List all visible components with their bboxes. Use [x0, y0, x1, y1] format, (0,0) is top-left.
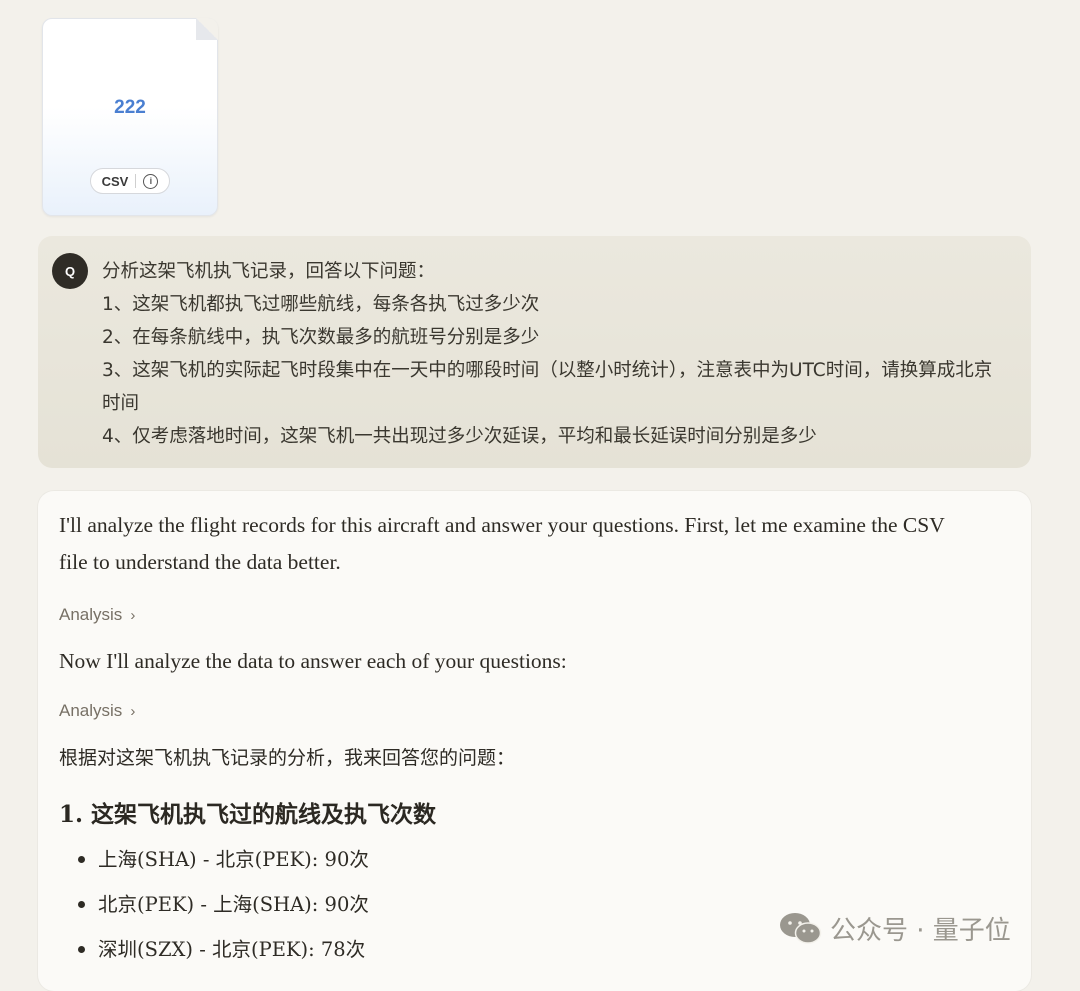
- route-item: 上海(SHA) - 北京(PEK): 90次: [59, 837, 959, 882]
- badge-divider: [135, 174, 137, 188]
- answer-intro: I'll analyze the flight records for this…: [59, 513, 945, 574]
- chevron-right-icon: ›: [130, 606, 136, 624]
- analysis-toggle[interactable]: Analysis ›: [59, 601, 959, 629]
- file-attachment-card[interactable]: 222 CSV i: [42, 18, 218, 216]
- analysis-label: Analysis: [59, 605, 123, 624]
- wechat-icon: [780, 913, 822, 944]
- file-type-label: CSV: [101, 173, 129, 189]
- question-line: 4、仅考虑落地时间，这架飞机一共出现过多少次延误，平均和最长延误时间分别是多少: [102, 426, 817, 447]
- question-line: 3、这架飞机的实际起飞时段集中在一天中的哪段时间（以整小时统计），注意表中为UT…: [102, 360, 993, 414]
- route-list: 上海(SHA) - 北京(PEK): 90次 北京(PEK) - 上海(SHA)…: [59, 837, 959, 972]
- file-name: 222: [114, 97, 146, 118]
- analysis-label: Analysis: [59, 701, 123, 720]
- user-message-text: 分析这架飞机执飞记录，回答以下问题： 1、这架飞机都执飞过哪些航线，每条各执飞过…: [102, 255, 1002, 453]
- user-avatar: Q: [52, 253, 88, 289]
- user-message: Q 分析这架飞机执飞记录，回答以下问题： 1、这架飞机都执飞过哪些航线，每条各执…: [38, 236, 1031, 468]
- chevron-right-icon: ›: [130, 702, 136, 720]
- info-icon[interactable]: i: [143, 173, 159, 189]
- section-heading: 1. 这架飞机执飞过的航线及执飞次数: [59, 801, 437, 828]
- question-line: 2、在每条航线中，执飞次数最多的航班号分别是多少: [102, 327, 540, 348]
- question-line: 1、这架飞机都执飞过哪些航线，每条各执飞过多少次: [102, 294, 540, 315]
- watermark-text: 公众号 · 量子位: [830, 915, 1011, 946]
- file-type-badge: CSV i: [90, 168, 170, 194]
- question-line: 分析这架飞机执飞记录，回答以下问题：: [102, 261, 436, 282]
- file-fold-corner: [196, 18, 218, 40]
- answer-summary: 根据对这架飞机执飞记录的分析，我来回答您的问题：: [59, 747, 516, 769]
- analysis-toggle[interactable]: Analysis ›: [59, 697, 959, 725]
- answer-next: Now I'll analyze the data to answer each…: [59, 649, 567, 673]
- watermark: 公众号 · 量子位: [778, 908, 1011, 948]
